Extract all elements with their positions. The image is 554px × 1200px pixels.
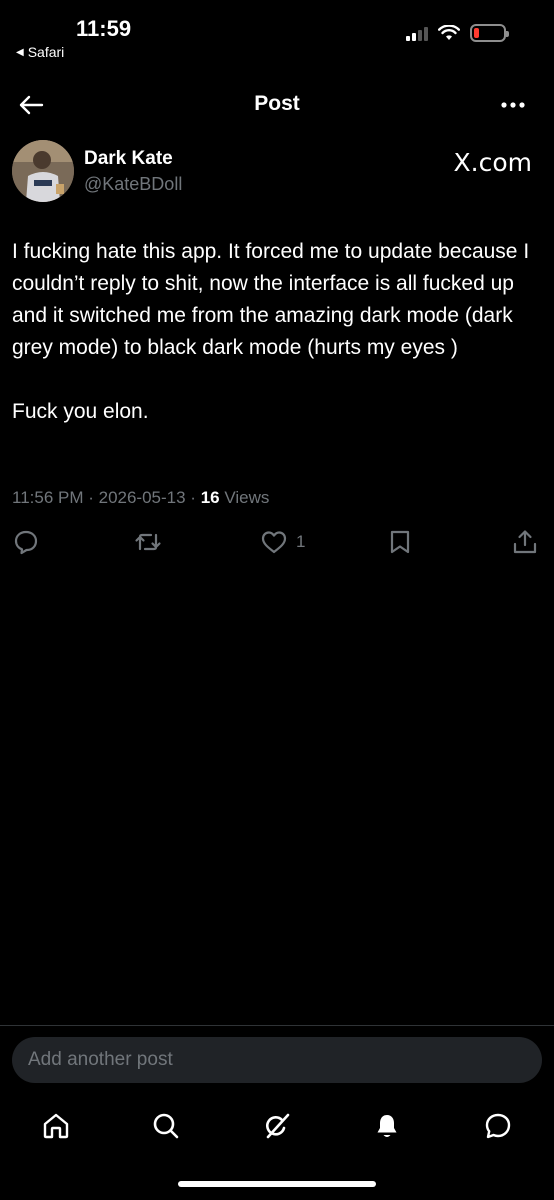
- back-to-app-link[interactable]: ◀ Safari: [16, 44, 64, 60]
- nav-grok[interactable]: [259, 1108, 295, 1144]
- views-count[interactable]: 16: [201, 488, 220, 507]
- grok-icon: [266, 1113, 290, 1139]
- status-bar: 11:59 ◀ Safari: [0, 0, 554, 72]
- post-header: Post: [0, 84, 554, 128]
- wifi-icon: [438, 25, 460, 40]
- bottom-nav: [0, 1104, 554, 1150]
- status-time: 11:59: [76, 16, 132, 41]
- back-triangle-icon: ◀: [16, 46, 24, 58]
- reply-composer[interactable]: [12, 1037, 542, 1083]
- battery-level: [474, 28, 479, 38]
- repost-icon: [135, 533, 161, 551]
- nav-home[interactable]: [38, 1108, 74, 1144]
- author-name[interactable]: Dark Kate: [84, 148, 173, 170]
- composer-divider: [0, 1025, 554, 1026]
- post-author: Dark Kate @KateBDoll X.com: [12, 140, 538, 206]
- post-text: I fucking hate this app. It forced me to…: [12, 236, 540, 428]
- back-app-label: Safari: [27, 44, 65, 60]
- bookmark-button[interactable]: [386, 528, 414, 556]
- avatar-image: [12, 140, 74, 202]
- reply-icon: [14, 530, 38, 555]
- more-horizontal-icon[interactable]: [498, 90, 528, 120]
- home-indicator: [178, 1181, 376, 1187]
- nav-notifications[interactable]: [369, 1108, 405, 1144]
- avatar[interactable]: [12, 140, 74, 202]
- page-title: Post: [254, 92, 300, 115]
- share-icon: [513, 530, 537, 554]
- author-handle[interactable]: @KateBDoll: [84, 174, 182, 195]
- home-icon: [43, 1113, 69, 1139]
- messages-icon: [485, 1113, 511, 1139]
- bookmark-icon: [390, 530, 410, 554]
- reply-button[interactable]: [12, 528, 40, 556]
- repost-button[interactable]: [134, 528, 162, 556]
- post-actions: 1: [12, 528, 542, 562]
- brand-watermark: X.com: [453, 148, 532, 177]
- cellular-signal-icon: [406, 25, 428, 41]
- post-paragraph: I fucking hate this app. It forced me to…: [12, 240, 530, 359]
- post-paragraph: Fuck you elon.: [12, 400, 149, 423]
- like-count: 1: [296, 532, 306, 551]
- status-icons: [406, 24, 509, 42]
- share-button[interactable]: [511, 528, 539, 556]
- battery-icon: [470, 24, 509, 42]
- notifications-icon: [377, 1115, 397, 1137]
- search-icon: [153, 1113, 179, 1139]
- nav-messages[interactable]: [480, 1108, 516, 1144]
- reply-input[interactable]: [28, 1049, 526, 1071]
- nav-search[interactable]: [148, 1108, 184, 1144]
- like-button[interactable]: 1: [260, 528, 305, 556]
- views-label: Views: [219, 488, 270, 507]
- heart-icon: [261, 531, 287, 554]
- post-meta: 11:56 PM · 2026-05-13 · 16 Views: [12, 488, 269, 508]
- post-timestamp: 11:56 PM · 2026-05-13 ·: [12, 488, 201, 507]
